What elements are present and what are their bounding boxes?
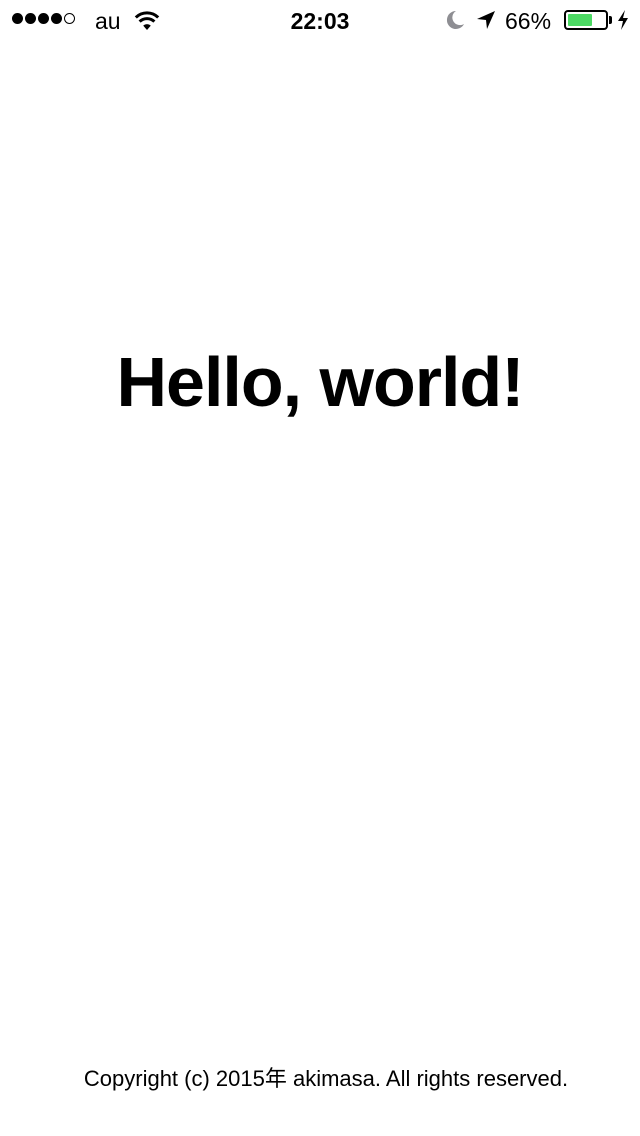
battery-percentage: 66% bbox=[505, 8, 552, 34]
hello-world-label: Hello, world! bbox=[116, 343, 525, 421]
copyright-footer: Copyright (c) 2015年 akimasa. All rights … bbox=[83, 1066, 569, 1091]
battery-icon bbox=[564, 10, 608, 30]
battery-fill bbox=[568, 14, 592, 26]
battery-tip bbox=[609, 16, 612, 24]
status-bar: au 22:03 66% bbox=[0, 0, 640, 40]
charging-bolt-icon bbox=[618, 10, 628, 30]
location-arrow-icon bbox=[477, 11, 495, 29]
app-screen: au 22:03 66% Hello, world! Copyright (c)… bbox=[0, 0, 640, 1136]
moon-icon bbox=[446, 10, 464, 29]
